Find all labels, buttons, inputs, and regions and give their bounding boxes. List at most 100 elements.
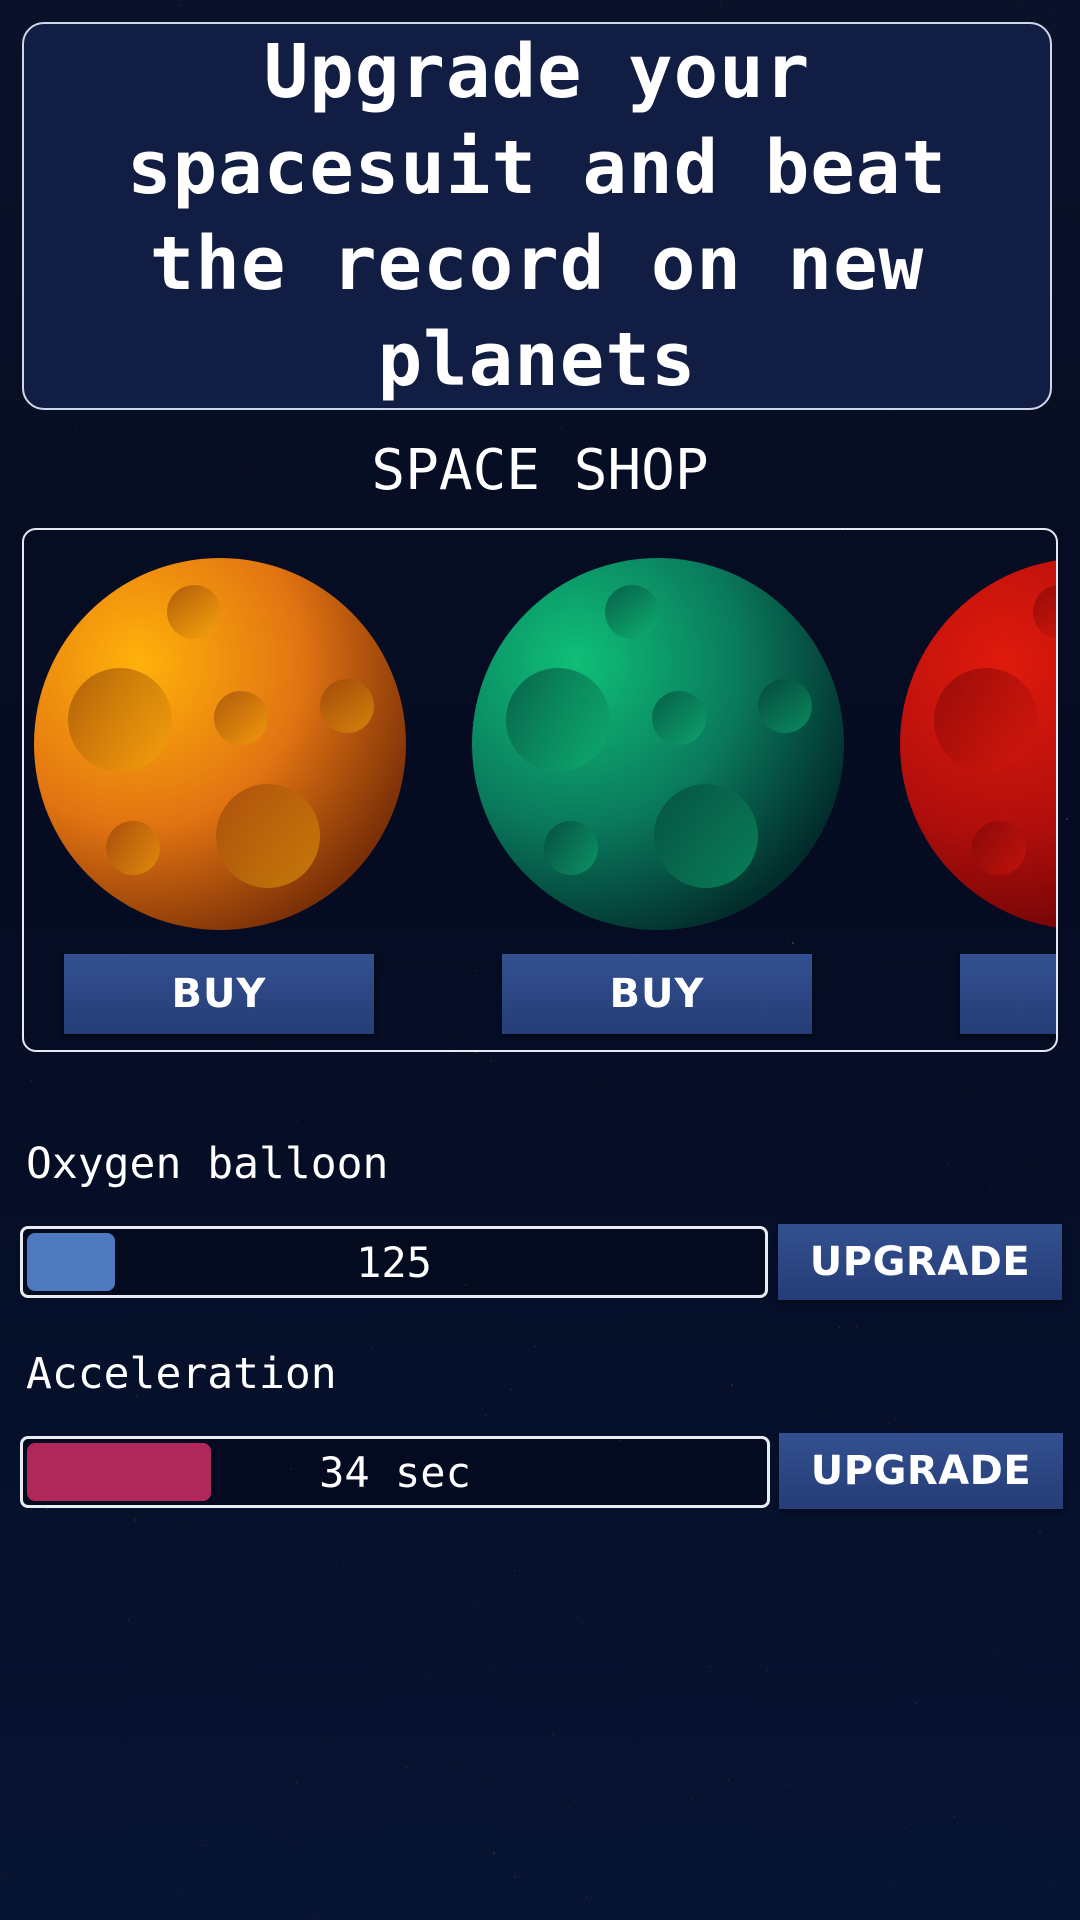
- acceleration-progress-bar: 34 sec: [20, 1436, 770, 1508]
- star: [182, 1525, 183, 1526]
- star: [286, 1832, 287, 1833]
- star: [256, 1693, 257, 1694]
- star: [1051, 1884, 1052, 1885]
- stat-label-oxygen: Oxygen balloon: [26, 1139, 389, 1189]
- star: [856, 1326, 857, 1327]
- star: [76, 424, 77, 425]
- oxygen-value: 125: [356, 1237, 432, 1287]
- star: [462, 1763, 463, 1764]
- star: [561, 428, 562, 429]
- star: [527, 1074, 528, 1075]
- star: [371, 1207, 372, 1208]
- star: [1053, 9, 1054, 10]
- star: [406, 1767, 407, 1768]
- star: [707, 1674, 708, 1675]
- star: [46, 1508, 48, 1510]
- star: [0, 933, 1, 934]
- star: [1034, 1167, 1035, 1168]
- star: [258, 1817, 259, 1818]
- star: [4, 1874, 5, 1875]
- star: [146, 428, 147, 429]
- star: [336, 1565, 337, 1566]
- star: [915, 1703, 916, 1704]
- star: [83, 1688, 84, 1689]
- star: [839, 1327, 840, 1328]
- upgrade-oxygen-button[interactable]: UPGRADE: [778, 1224, 1062, 1300]
- star: [577, 1591, 578, 1592]
- star: [472, 1606, 473, 1607]
- star: [426, 1675, 427, 1676]
- star: [997, 1648, 998, 1649]
- star: [296, 1782, 297, 1783]
- star: [771, 1224, 772, 1225]
- star: [568, 1807, 569, 1808]
- shop-title: SPACE SHOP: [371, 438, 709, 503]
- star: [954, 1816, 955, 1817]
- star: [898, 1431, 899, 1432]
- star: [990, 1186, 991, 1187]
- star: [535, 1346, 536, 1347]
- star: [31, 1080, 32, 1081]
- star: [720, 5, 721, 6]
- star: [484, 1655, 485, 1656]
- star: [461, 1342, 462, 1343]
- star: [728, 1780, 729, 1781]
- star: [1041, 1711, 1042, 1712]
- star: [292, 1840, 293, 1841]
- star: [891, 1886, 892, 1887]
- orange-planet-icon[interactable]: [34, 558, 406, 930]
- star: [371, 1348, 372, 1349]
- star: [179, 5, 180, 6]
- star: [128, 1619, 129, 1620]
- star: [1066, 818, 1068, 820]
- oxygen-progress-bar: 125: [20, 1226, 768, 1298]
- star: [202, 1845, 203, 1846]
- star: [830, 1410, 831, 1411]
- banner-text: Upgrade your spacesuit and beat the reco…: [127, 29, 947, 403]
- star: [888, 1423, 889, 1424]
- star: [183, 1888, 184, 1889]
- star: [451, 1054, 452, 1055]
- buy-button[interactable]: BUY: [502, 954, 812, 1034]
- star: [490, 1060, 492, 1062]
- shop-item-red-planet: [900, 530, 1058, 1050]
- star: [435, 427, 436, 428]
- star: [577, 1616, 578, 1617]
- star: [789, 1785, 790, 1786]
- promo-banner: Upgrade your spacesuit and beat the reco…: [22, 22, 1052, 410]
- star: [316, 1913, 317, 1914]
- star: [947, 1164, 948, 1165]
- star: [12, 651, 13, 652]
- star: [938, 1577, 939, 1578]
- buy-button[interactable]: BUY: [64, 954, 374, 1034]
- star: [428, 518, 429, 519]
- star: [243, 1083, 244, 1084]
- star: [552, 1733, 554, 1735]
- star: [20, 593, 21, 594]
- buy-button[interactable]: [960, 954, 1056, 1034]
- star: [134, 1519, 136, 1521]
- acceleration-value: 34 sec: [319, 1447, 471, 1497]
- star: [511, 1389, 512, 1390]
- star: [692, 1799, 693, 1800]
- star: [514, 1876, 516, 1878]
- shop-carousel[interactable]: BUY BUY: [22, 528, 1058, 1052]
- star: [493, 1852, 495, 1854]
- shop-item-orange-planet: BUY: [24, 530, 406, 1050]
- green-planet-icon[interactable]: [472, 558, 844, 930]
- red-planet-icon[interactable]: [900, 558, 1058, 930]
- star: [767, 1670, 768, 1671]
- upgrade-acceleration-button[interactable]: UPGRADE: [779, 1433, 1063, 1509]
- star: [704, 14, 705, 15]
- star: [328, 1739, 329, 1740]
- star: [5, 1106, 6, 1107]
- star: [490, 1671, 491, 1672]
- star: [598, 1086, 599, 1087]
- stat-label-acceleration: Acceleration: [26, 1349, 337, 1399]
- star: [586, 1896, 587, 1897]
- star: [476, 1052, 477, 1053]
- shop-item-green-planet: BUY: [462, 530, 844, 1050]
- star: [904, 1827, 905, 1828]
- star: [731, 1384, 733, 1386]
- star: [485, 1415, 486, 1416]
